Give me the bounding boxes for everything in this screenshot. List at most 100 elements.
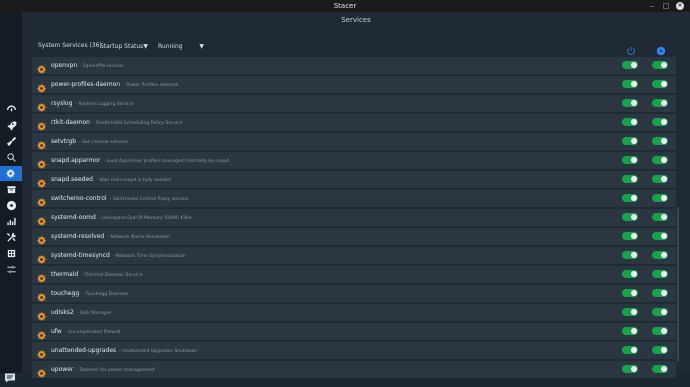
startup-toggle[interactable] [622, 213, 638, 221]
running-toggle[interactable] [652, 365, 668, 373]
sliders-icon [6, 265, 16, 274]
sidebar-item-startup[interactable] [0, 118, 22, 133]
startup-toggle[interactable] [622, 99, 638, 107]
service-description: - OpenVPN service [80, 64, 123, 69]
service-name: snapd.seeded [51, 176, 93, 183]
running-toggle[interactable] [652, 327, 668, 335]
running-header-play-button[interactable] [656, 41, 666, 56]
service-gear-icon [37, 250, 48, 264]
service-gear-icon [37, 231, 48, 245]
apt-icon [7, 249, 15, 258]
running-toggle[interactable] [652, 99, 668, 107]
minimize-button[interactable]: – [648, 2, 656, 10]
running-toggle[interactable] [652, 118, 668, 126]
service-row: systemd-timesyncd - Network Time Synchron… [32, 247, 676, 264]
service-description: - Disk Manager [76, 311, 112, 316]
sidebar-item-settings[interactable] [0, 262, 22, 277]
list-scrollbar[interactable] [677, 207, 679, 362]
service-gear-icon [37, 345, 48, 359]
sidebar-item-apt[interactable] [0, 246, 22, 261]
service-row: upower - Daemon for power management [32, 361, 676, 378]
service-description: - Touchégg Daemon [82, 292, 129, 297]
service-description: - Network Time Synchronization [112, 254, 187, 259]
services-count-label: System Services (36) [38, 42, 102, 49]
sidebar-item-uninstaller[interactable] [0, 198, 22, 213]
startup-toggle[interactable] [622, 270, 638, 278]
running-toggle[interactable] [652, 194, 668, 202]
startup-header-power-button[interactable] [626, 41, 636, 55]
service-name: systemd-timesyncd [51, 252, 110, 259]
service-name: unattended-upgrades [51, 347, 117, 354]
startup-toggle[interactable] [622, 327, 638, 335]
window-title: Stacer [333, 2, 357, 10]
play-circle-icon [656, 46, 666, 56]
sidebar-item-services[interactable] [0, 166, 22, 181]
maximize-button[interactable]: □ [662, 2, 670, 10]
service-row: snapd.seeded - Wait until snapd is fully … [32, 171, 676, 188]
sidebar-item-cleaner[interactable] [0, 134, 22, 149]
sidebar [0, 12, 22, 383]
service-name: openvpn [51, 62, 78, 69]
sidebar-item-dashboard[interactable] [0, 102, 22, 117]
startup-toggle[interactable] [622, 232, 638, 240]
service-row: snapd.apparmor - Load AppArmor profiles m… [32, 152, 676, 169]
running-toggle[interactable] [652, 80, 668, 88]
service-description: - Wait until snapd is fully seeded [95, 178, 171, 183]
service-name: touchegg [51, 290, 80, 297]
startup-toggle[interactable] [622, 194, 638, 202]
service-description: - Userspace Out-Of-Memory (OOM) Killer [98, 216, 192, 221]
service-row: openvpn - OpenVPN service [32, 57, 676, 74]
startup-toggle[interactable] [622, 118, 638, 126]
running-dropdown[interactable]: Running ▼ [158, 41, 204, 52]
sidebar-item-processes[interactable] [0, 182, 22, 197]
sidebar-item-resources[interactable] [0, 214, 22, 229]
running-toggle[interactable] [652, 270, 668, 278]
service-description: - Switcheroo Control Proxy service [109, 197, 189, 202]
sidebar-item-search[interactable] [0, 150, 22, 165]
running-value: Running [158, 43, 183, 50]
running-toggle[interactable] [652, 232, 668, 240]
rocket-icon [6, 121, 17, 131]
chevron-down-icon: ▼ [143, 43, 148, 50]
service-description: - Power Profiles daemon [123, 83, 179, 88]
running-toggle[interactable] [652, 175, 668, 183]
startup-toggle[interactable] [622, 137, 638, 145]
startup-toggle[interactable] [622, 365, 638, 373]
service-row: setvtrgb - Set console scheme [32, 133, 676, 150]
running-toggle[interactable] [652, 156, 668, 164]
running-toggle[interactable] [652, 137, 668, 145]
startup-toggle[interactable] [622, 61, 638, 69]
running-toggle[interactable] [652, 289, 668, 297]
service-gear-icon [37, 79, 48, 93]
sidebar-item-helpers[interactable] [0, 230, 22, 245]
service-name: upower [51, 366, 74, 373]
close-button[interactable]: ✕ [676, 2, 684, 10]
service-row: power-profiles-daemon - Power Profiles da… [32, 76, 676, 93]
running-toggle[interactable] [652, 308, 668, 316]
page-title: Services [341, 16, 371, 24]
startup-toggle[interactable] [622, 80, 638, 88]
service-name: systemd-oomd [51, 214, 96, 221]
startup-toggle[interactable] [622, 156, 638, 164]
startup-toggle[interactable] [622, 289, 638, 297]
chart-icon [6, 217, 16, 226]
startup-toggle[interactable] [622, 308, 638, 316]
service-description: - Daemon for power management [76, 368, 155, 373]
startup-toggle[interactable] [622, 175, 638, 183]
running-toggle[interactable] [652, 61, 668, 69]
service-name: ufw [51, 328, 62, 335]
startup-toggle[interactable] [622, 251, 638, 259]
service-name: udisks2 [51, 309, 74, 316]
running-toggle[interactable] [652, 346, 668, 354]
running-toggle[interactable] [652, 213, 668, 221]
feedback-button[interactable] [4, 368, 16, 383]
service-gear-icon [37, 193, 48, 207]
search-icon [6, 153, 16, 162]
service-name: switcheroo-control [51, 195, 107, 202]
service-description: - Network Name Resolution [107, 235, 170, 240]
chevron-down-icon: ▼ [199, 43, 204, 50]
running-toggle[interactable] [652, 251, 668, 259]
gears-icon [5, 169, 15, 178]
startup-toggle[interactable] [622, 346, 638, 354]
startup-status-dropdown[interactable]: Startup Status ▼ [100, 41, 148, 52]
